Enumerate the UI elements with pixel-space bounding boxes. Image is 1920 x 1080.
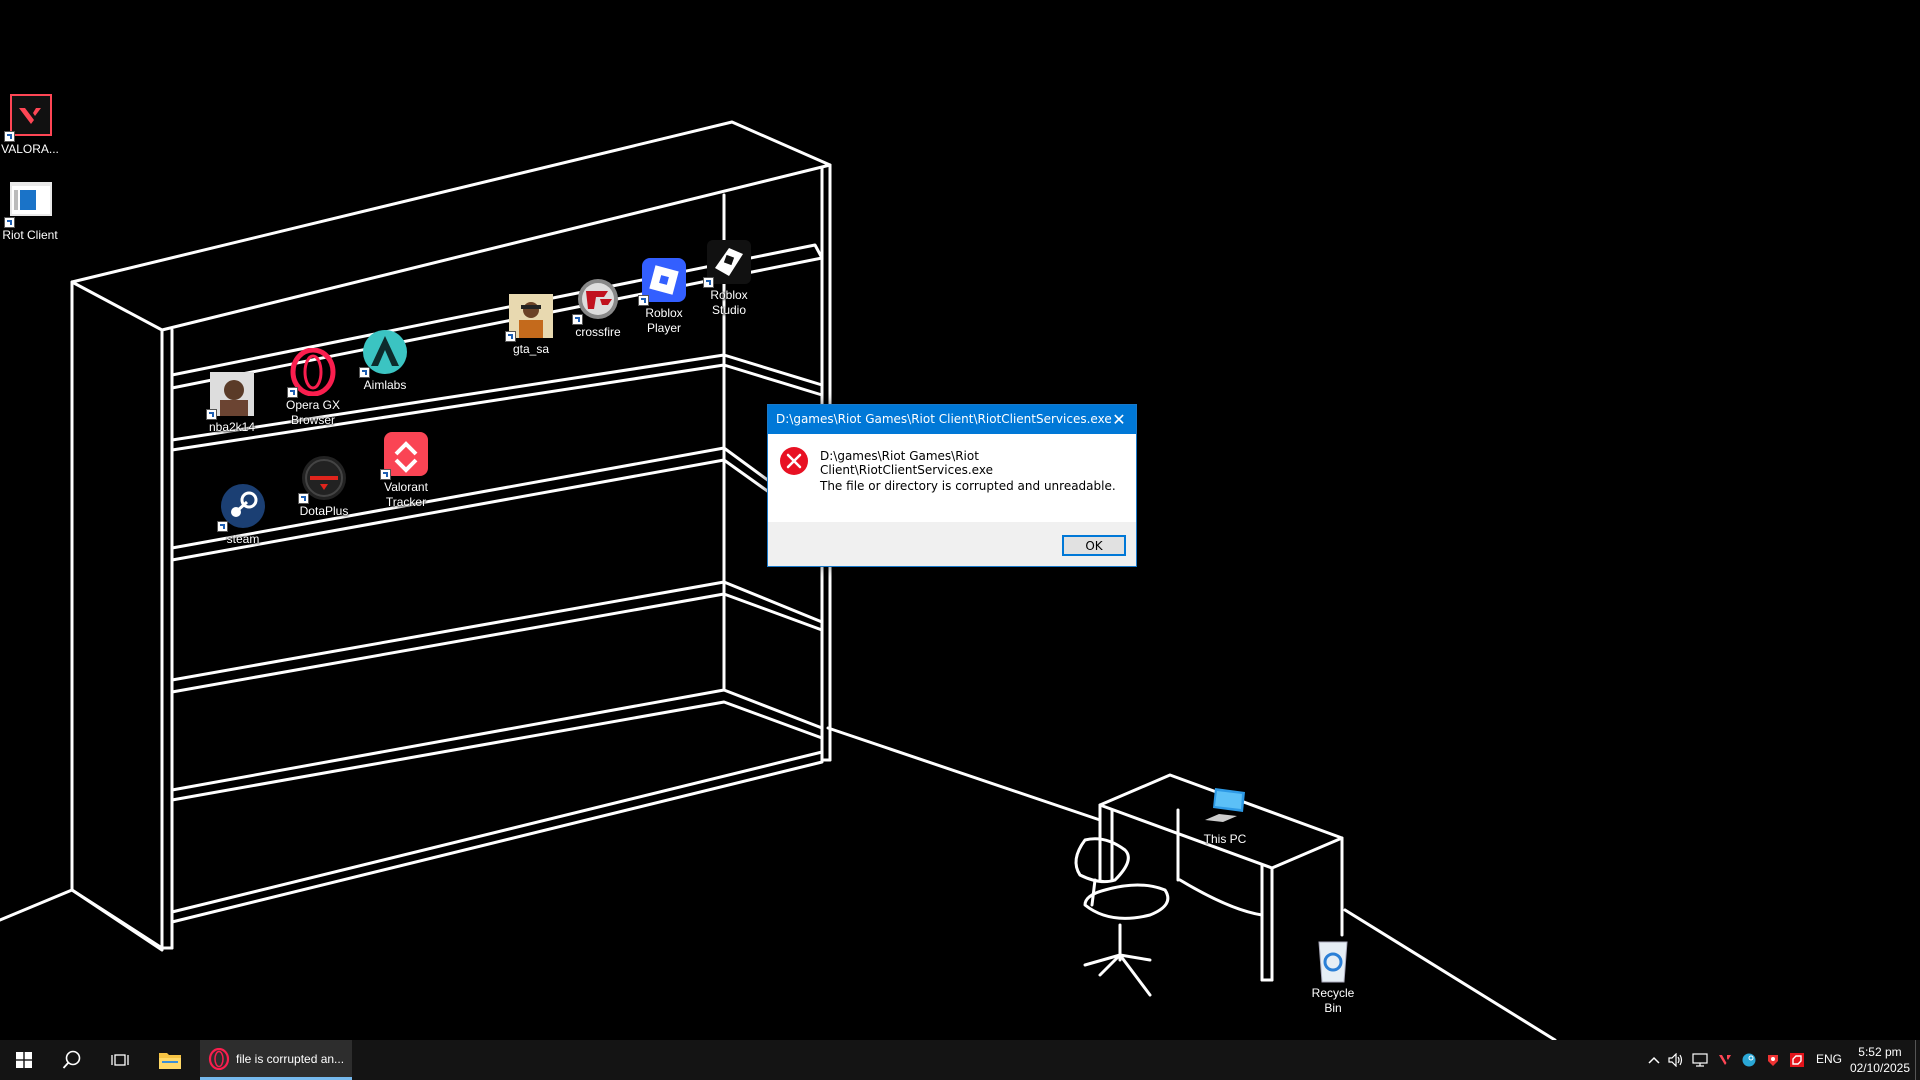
task-view-button[interactable] [96, 1040, 144, 1080]
shortcut-arrow-icon [287, 387, 298, 398]
network-button[interactable] [1689, 1040, 1711, 1080]
clock[interactable]: 5:52 pm 02/10/2025 [1850, 1044, 1910, 1076]
tray-security[interactable] [1762, 1040, 1784, 1080]
clock-date: 02/10/2025 [1849, 1061, 1910, 1075]
amd-icon [1790, 1053, 1804, 1067]
roblox-studio-icon [703, 238, 753, 288]
shortcut-arrow-icon [4, 131, 15, 142]
show-desktop-button[interactable] [1915, 1040, 1920, 1080]
folder-icon [159, 1053, 181, 1069]
dialog-message: The file or directory is corrupted and u… [820, 479, 1116, 493]
steam-tray-icon [1742, 1053, 1756, 1067]
nba2k14-icon [206, 370, 256, 420]
desktop-icon-nba2k14[interactable]: nba2k14 [194, 370, 270, 435]
riot-client-icon [4, 178, 54, 228]
show-hidden-icons-button[interactable] [1645, 1040, 1663, 1080]
search-button[interactable] [48, 1040, 96, 1080]
taskbar-app-label: file is corrupted an... [236, 1051, 345, 1066]
shield-icon [1768, 1055, 1778, 1066]
roblox-player-icon [638, 256, 688, 306]
desktop-icon-label: Roblox Studio [710, 288, 748, 317]
task-view-icon [111, 1054, 129, 1066]
shortcut-arrow-icon [206, 409, 217, 420]
desktop-icon-label: Aimlabs [363, 378, 407, 392]
volume-button[interactable] [1665, 1040, 1687, 1080]
error-dialog[interactable]: D:\games\Riot Games\Riot Client\RiotClie… [767, 404, 1137, 567]
valorant-tray-icon [1719, 1055, 1731, 1065]
desktop-icon-label: gta_sa [512, 342, 550, 356]
crossfire-icon [572, 275, 622, 325]
desktop-icon-recycle-bin[interactable]: Recycle Bin [1295, 936, 1371, 1016]
desktop-icon-label: DotaPlus [299, 504, 349, 518]
desktop-icon-crossfire[interactable]: crossfire [560, 275, 636, 340]
desktop-icon-valorant-tracker[interactable]: Valorant Tracker [368, 430, 444, 510]
shortcut-arrow-icon [298, 493, 309, 504]
opera-gx-icon [287, 348, 337, 398]
error-icon [780, 447, 808, 475]
tray-amd[interactable] [1786, 1040, 1808, 1080]
shortcut-arrow-icon [380, 469, 391, 480]
ok-button[interactable]: OK [1062, 535, 1126, 556]
desktop-icon-label: Riot Client [2, 228, 58, 242]
dialog-title: D:\games\Riot Games\Riot Client\RiotClie… [776, 412, 1112, 426]
desktop-icon-this-pc[interactable]: This PC [1187, 782, 1263, 847]
opera-gx-icon [208, 1047, 230, 1070]
windows-icon [16, 1052, 32, 1068]
shortcut-arrow-icon [703, 277, 714, 288]
aimlabs-icon [359, 328, 409, 378]
recycle-bin-icon [1309, 936, 1357, 984]
desktop-icon-riot-client[interactable]: Riot Client [0, 178, 68, 243]
clock-time: 5:52 pm [1858, 1045, 1902, 1059]
gta-sa-icon [505, 292, 555, 342]
this-pc-icon [1201, 782, 1249, 830]
start-button[interactable] [0, 1040, 48, 1080]
desktop-icon-steam[interactable]: steam [205, 482, 281, 547]
taskbar: file is corrupted an... ENG 5:52 pm 02/1… [0, 1040, 1920, 1080]
desktop-icon-label: This PC [1203, 832, 1247, 846]
desktop-icon-aimlabs[interactable]: Aimlabs [347, 328, 423, 393]
tray-valorant[interactable] [1714, 1040, 1736, 1080]
dialog-body: D:\games\Riot Games\Riot Client\RiotClie… [768, 434, 1136, 522]
desktop-icon-label: nba2k14 [208, 420, 256, 434]
chevron-up-icon [1648, 1056, 1660, 1064]
file-explorer-button[interactable] [146, 1040, 194, 1080]
shortcut-arrow-icon [4, 217, 15, 228]
taskbar-app-opera-gx[interactable]: file is corrupted an... [200, 1040, 352, 1080]
valorant-tracker-icon [380, 430, 430, 480]
desktop-icon-label: Valorant Tracker [384, 480, 428, 509]
desktop-icon-roblox-studio[interactable]: Roblox Studio [691, 238, 767, 318]
desktop-icon-opera-gx[interactable]: Opera GX Browser [275, 348, 351, 428]
search-icon [62, 1050, 81, 1069]
desktop-icon-valorant[interactable]: VALORA... [0, 92, 68, 157]
dotaplus-icon [298, 454, 348, 504]
desktop-icon-label: Roblox Player [645, 306, 683, 335]
desktop-icon-label: steam [226, 532, 260, 546]
volume-icon [1668, 1053, 1683, 1067]
shortcut-arrow-icon [638, 295, 649, 306]
dialog-path-text: D:\games\Riot Games\Riot Client\RiotClie… [820, 449, 993, 477]
shortcut-arrow-icon [572, 314, 583, 325]
desktop-icon-label: Opera GX Browser [285, 398, 341, 427]
steam-icon [217, 482, 267, 532]
desktop-icon-roblox-player[interactable]: Roblox Player [626, 256, 702, 336]
close-icon[interactable]: ✕ [1102, 405, 1136, 434]
desktop-icon-dotaplus[interactable]: DotaPlus [286, 454, 362, 519]
language-indicator[interactable]: ENG [1816, 1052, 1842, 1066]
dialog-titlebar[interactable]: D:\games\Riot Games\Riot Client\RiotClie… [768, 405, 1136, 434]
desktop-icon-label: crossfire [575, 325, 621, 339]
shortcut-arrow-icon [505, 331, 516, 342]
valorant-icon [4, 92, 54, 142]
desktop-icon-gta-sa[interactable]: gta_sa [493, 292, 569, 357]
shortcut-arrow-icon [359, 367, 370, 378]
desktop-icon-label: Recycle Bin [1311, 986, 1355, 1015]
network-icon [1692, 1053, 1708, 1067]
desktop-icon-label: VALORA... [1, 142, 59, 156]
shortcut-arrow-icon [217, 521, 228, 532]
tray-steam[interactable] [1738, 1040, 1760, 1080]
